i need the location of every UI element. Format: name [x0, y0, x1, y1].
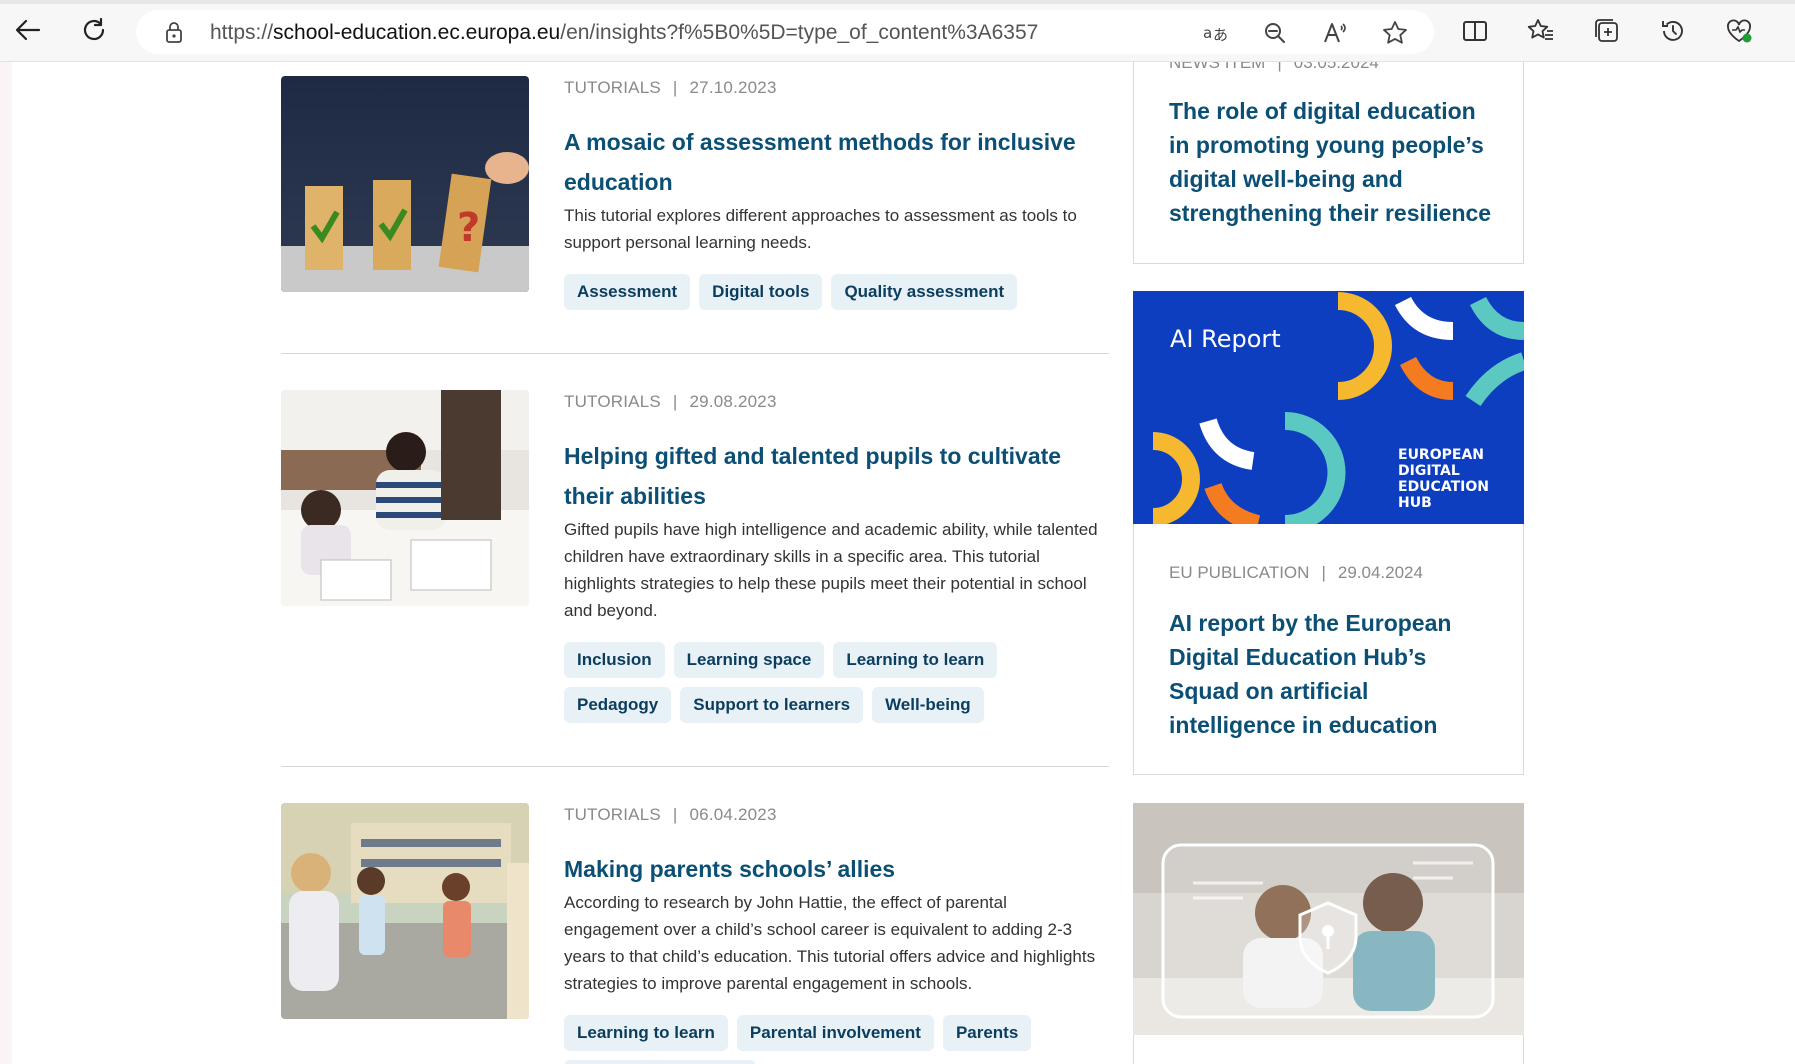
article-meta: TUTORIALS | 29.08.2023	[564, 390, 1104, 414]
split-screen-icon[interactable]	[1458, 14, 1492, 48]
url-scheme: https://	[210, 21, 274, 44]
brand-line: EUROPEAN	[1398, 447, 1484, 463]
tag-list: Inclusion Learning space Learning to lea…	[564, 642, 1104, 723]
article-meta: TUTORIALS | 06.04.2023	[564, 803, 1104, 827]
article-thumbnail[interactable]	[281, 803, 529, 1019]
translate-icon[interactable]: aあ	[1202, 20, 1228, 46]
browser-toolbar: https://school-education.ec.europa.eu/en…	[0, 0, 1795, 62]
ai-report-banner[interactable]: AI Report EUROPEAN DIGITAL EDUCATION HUB	[1133, 291, 1524, 524]
ai-report-label: AI Report	[1170, 325, 1281, 353]
refresh-icon	[83, 17, 105, 41]
back-arrow-icon	[15, 19, 41, 41]
article-thumbnail[interactable]	[281, 390, 529, 606]
tag[interactable]: Pedagogy	[564, 687, 672, 723]
meta-separator: |	[1277, 62, 1282, 72]
article-title[interactable]: Making parents schools’ allies	[564, 849, 1104, 889]
svg-text:あ: あ	[1213, 26, 1228, 44]
tag-list: Assessment Digital tools Quality assessm…	[564, 274, 1104, 310]
article-description: Gifted pupils have high intelligence and…	[564, 520, 1098, 620]
svg-text:a: a	[1203, 24, 1212, 42]
favorites-list-icon[interactable]	[1524, 14, 1558, 48]
tag[interactable]: Learning to learn	[564, 1015, 728, 1051]
tag[interactable]: Assessment	[564, 274, 691, 310]
sidebar-publication-card[interactable]: AI Report EUROPEAN DIGITAL EDUCATION HUB…	[1133, 291, 1524, 775]
tag[interactable]: Learning to learn	[833, 642, 998, 678]
tag-list: Learning to learn Parental involvement P…	[564, 1015, 1104, 1064]
meta-separator: |	[1321, 563, 1326, 582]
url-host: school-education.ec.europa.eu	[273, 21, 561, 44]
sidebar-card-type: NEWS ITEM	[1169, 62, 1266, 72]
article-body: TUTORIALS | 27.10.2023 A mosaic of assessm…	[564, 76, 1104, 310]
tag[interactable]: Parents	[942, 1015, 1032, 1051]
article-date: 29.08.2023	[689, 392, 777, 411]
url-path: /en/insights?f%5B0%5D=type_of_content%3A…	[560, 21, 1039, 44]
meta-separator: |	[672, 392, 678, 411]
article-thumbnail[interactable]: ?	[281, 76, 529, 292]
svg-text:?: ?	[457, 205, 480, 251]
brand-line: EDUCATION	[1398, 479, 1489, 495]
lock-icon[interactable]	[164, 22, 184, 49]
brand-line: HUB	[1398, 495, 1432, 511]
meta-separator: |	[672, 805, 678, 824]
article-date: 06.04.2023	[689, 805, 777, 824]
refresh-button[interactable]	[76, 12, 112, 48]
brand-line: DIGITAL	[1398, 463, 1460, 479]
tab-strip-edge	[0, 0, 1795, 4]
read-aloud-icon[interactable]	[1322, 20, 1348, 46]
sidebar-card-type: EU PUBLICATION	[1169, 563, 1310, 582]
tag[interactable]: Learning space	[673, 642, 825, 678]
tag[interactable]: Digital tools	[699, 274, 823, 310]
article-meta: TUTORIALS | 27.10.2023	[564, 76, 1104, 100]
sidebar-card-date: 03.05.2024	[1293, 62, 1379, 72]
article-type: TUTORIALS	[564, 78, 661, 97]
article-date: 27.10.2023	[689, 78, 777, 97]
browser-essentials-icon[interactable]	[1722, 14, 1756, 48]
page-content: ? TUTORIALS | 27.10.2023 A mosaic of asses…	[12, 62, 1795, 1064]
address-bar[interactable]: https://school-education.ec.europa.eu/en…	[136, 10, 1434, 54]
collections-icon[interactable]	[1590, 14, 1624, 48]
article-body: TUTORIALS | 06.04.2023 Making parents scho…	[564, 803, 1104, 1064]
sidebar-card-date: 29.04.2024	[1337, 563, 1423, 582]
tag-partial[interactable]	[564, 1060, 756, 1064]
meta-separator: |	[672, 78, 678, 97]
sidebar-card-meta: EU PUBLICATION | 29.04.2024	[1169, 563, 1423, 583]
sidebar-image-card[interactable]	[1133, 803, 1524, 1064]
zoom-out-icon[interactable]	[1262, 20, 1288, 46]
back-button[interactable]	[10, 12, 46, 48]
page-left-edge	[0, 62, 12, 1064]
article-body: TUTORIALS | 29.08.2023 Helping gifted and …	[564, 390, 1104, 723]
article-title[interactable]: Helping gifted and talented pupils to cu…	[564, 436, 1104, 516]
article-description: This tutorial explores different approac…	[564, 206, 1077, 252]
tag[interactable]: Parental involvement	[736, 1015, 934, 1051]
tag[interactable]: Inclusion	[564, 642, 665, 678]
article-description: According to research by John Hattie, th…	[564, 893, 1096, 993]
tag[interactable]: Support to learners	[680, 687, 864, 723]
sidebar-card-meta: NEWS ITEM | 03.05.2024	[1169, 62, 1379, 73]
tag[interactable]: Well-being	[872, 687, 984, 723]
sidebar-card-image[interactable]	[1133, 803, 1524, 1035]
favorite-star-icon[interactable]	[1382, 20, 1408, 46]
article-title[interactable]: A mosaic of assessment methods for inclu…	[564, 122, 1104, 202]
article-divider	[281, 766, 1109, 767]
tag[interactable]: Quality assessment	[831, 274, 1018, 310]
history-icon[interactable]	[1656, 14, 1690, 48]
article-type: TUTORIALS	[564, 805, 661, 824]
article-divider	[281, 353, 1109, 354]
sidebar-card-title[interactable]: AI report by the European Digital Educat…	[1169, 606, 1499, 742]
sidebar-card-title[interactable]: The role of digital education in promoti…	[1169, 94, 1499, 230]
article-type: TUTORIALS	[564, 392, 661, 411]
sidebar-news-card[interactable]: NEWS ITEM | 03.05.2024 The role of digital…	[1133, 62, 1524, 264]
url-text[interactable]: https://school-education.ec.europa.eu/en…	[210, 21, 1038, 45]
